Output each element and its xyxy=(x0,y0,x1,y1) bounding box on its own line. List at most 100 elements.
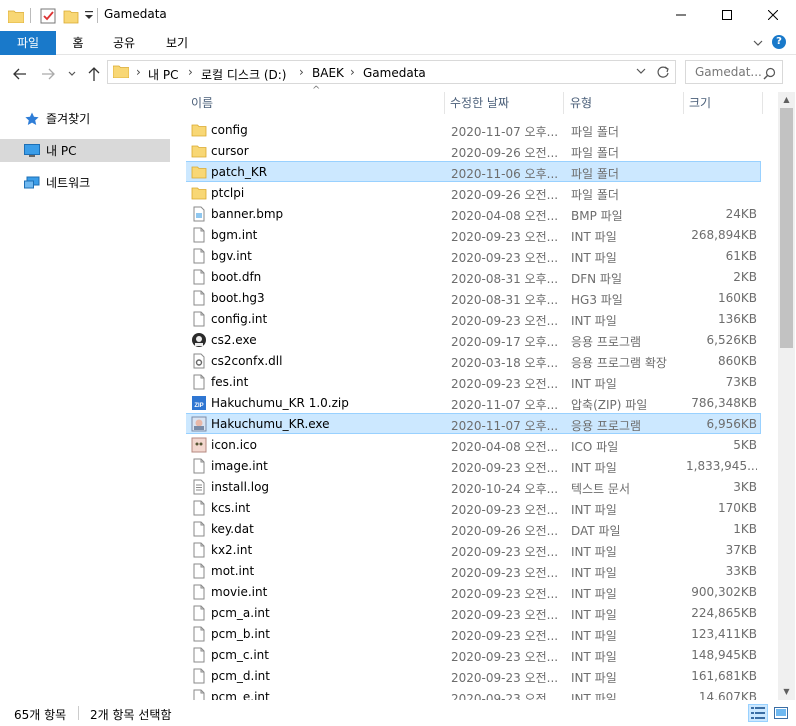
file-row[interactable]: install.log 2020-10-24 오후... 텍스트 문서 3KB xyxy=(186,477,762,498)
details-view-button[interactable] xyxy=(748,704,768,722)
search-input[interactable]: Gamedat... xyxy=(685,60,783,84)
back-button[interactable] xyxy=(10,64,30,84)
file-icon xyxy=(191,332,207,348)
vertical-scrollbar[interactable]: ▲ ▼ xyxy=(778,92,795,700)
file-icon: ZIP xyxy=(191,395,207,411)
folder-icon xyxy=(191,122,207,138)
search-icon[interactable] xyxy=(763,65,776,87)
file-row[interactable]: bgm.int 2020-09-23 오전... INT 파일 268,894KB xyxy=(186,225,762,246)
file-date: 2020-09-23 오전... xyxy=(451,503,558,517)
file-row[interactable]: pcm_b.int 2020-09-23 오전... INT 파일 123,411KB xyxy=(186,624,762,645)
column-header-name[interactable]: 이름 xyxy=(186,92,444,114)
file-list: config 2020-11-07 오후... 파일 폴더 cursor 2020-09… xyxy=(186,120,778,700)
file-type: INT 파일 xyxy=(571,671,617,685)
file-row[interactable]: cs2.exe 2020-09-17 오후... 응용 프로그램 6,526KB xyxy=(186,330,762,351)
file-type: 응용 프로그램 xyxy=(571,419,642,433)
file-row[interactable]: image.int 2020-09-23 오전... INT 파일 1,833,945… xyxy=(186,456,762,477)
file-size: 1,833,945... xyxy=(686,459,757,473)
nav-item-this-pc[interactable]: 내 PC xyxy=(0,139,170,162)
refresh-icon[interactable] xyxy=(656,65,670,82)
breadcrumb-local-disk[interactable]: 로컬 디스크 (D:) xyxy=(201,66,286,83)
scroll-down-arrow-icon[interactable]: ▼ xyxy=(778,684,795,700)
file-type: 파일 폴더 xyxy=(571,167,619,181)
file-name: config.int xyxy=(211,312,268,326)
tab-file[interactable]: 파일 xyxy=(0,31,56,55)
breadcrumb-baek[interactable]: BAEK xyxy=(312,66,344,80)
file-row[interactable]: key.dat 2020-09-26 오전... DAT 파일 1KB xyxy=(186,519,762,540)
forward-button[interactable] xyxy=(38,64,58,84)
column-header-size[interactable]: 크기 xyxy=(684,92,762,114)
file-row[interactable]: boot.hg3 2020-08-31 오후... HG3 파일 160KB xyxy=(186,288,762,309)
file-date: 2020-09-26 오전... xyxy=(451,524,558,538)
file-type: INT 파일 xyxy=(571,503,617,517)
file-row[interactable]: kcs.int 2020-09-23 오전... INT 파일 170KB xyxy=(186,498,762,519)
file-icon xyxy=(191,437,207,453)
file-row[interactable]: fes.int 2020-09-23 오전... INT 파일 73KB xyxy=(186,372,762,393)
column-header-date[interactable]: 수정한 날짜 xyxy=(445,92,563,114)
file-type: 파일 폴더 xyxy=(571,146,619,160)
chevron-right-icon[interactable]: › xyxy=(188,65,193,79)
breadcrumb-this-pc[interactable]: 내 PC xyxy=(148,66,178,83)
file-row[interactable]: bgv.int 2020-09-23 오전... INT 파일 61KB xyxy=(186,246,762,267)
folder-icon xyxy=(112,64,130,81)
expand-ribbon-icon[interactable] xyxy=(752,37,764,52)
file-type: 응용 프로그램 확장 xyxy=(571,356,667,370)
scrollbar-thumb[interactable] xyxy=(780,108,793,348)
scroll-up-arrow-icon[interactable]: ▲ xyxy=(778,92,795,108)
nav-item-quick-access[interactable]: 즐겨찾기 xyxy=(0,107,170,130)
chevron-right-icon[interactable]: › xyxy=(136,65,141,79)
file-row[interactable]: kx2.int 2020-09-23 오전... INT 파일 37KB xyxy=(186,540,762,561)
tab-home[interactable]: 홈 xyxy=(60,31,96,55)
file-row[interactable]: ptclpi 2020-09-26 오전... 파일 폴더 xyxy=(186,183,762,204)
minimize-button[interactable] xyxy=(658,0,704,30)
file-name: fes.int xyxy=(211,375,249,389)
up-button[interactable] xyxy=(84,64,104,84)
maximize-button[interactable] xyxy=(704,0,750,30)
file-row[interactable]: pcm_a.int 2020-09-23 오전... INT 파일 224,865KB xyxy=(186,603,762,624)
tab-share[interactable]: 공유 xyxy=(104,31,144,55)
file-row[interactable]: pcm_e.int 2020-09-23 오전... INT 파일 14,607KB xyxy=(186,687,762,700)
file-type: 파일 폴더 xyxy=(571,188,619,202)
tab-view[interactable]: 보기 xyxy=(156,31,198,55)
file-date: 2020-11-07 오후... xyxy=(451,419,558,433)
file-row[interactable]: icon.ico 2020-04-08 오전... ICO 파일 5KB xyxy=(186,435,762,456)
close-button[interactable] xyxy=(750,0,796,30)
customize-quick-access-icon[interactable] xyxy=(85,6,93,26)
file-row[interactable]: patch_KR 2020-11-06 오후... 파일 폴더 xyxy=(186,161,761,182)
file-row[interactable]: Hakuchumu_KR.exe 2020-11-07 오후... 응용 프로그램 6… xyxy=(186,413,761,434)
chevron-right-icon[interactable]: › xyxy=(299,65,304,79)
file-icon xyxy=(191,290,207,306)
large-icons-view-button[interactable] xyxy=(771,704,791,722)
file-date: 2020-11-07 오후... xyxy=(451,125,558,139)
file-icon xyxy=(191,584,207,600)
column-header-type[interactable]: 유형 xyxy=(565,92,683,114)
file-type: INT 파일 xyxy=(571,461,617,475)
file-row[interactable]: config.int 2020-09-23 오전... INT 파일 136KB xyxy=(186,309,762,330)
file-icon xyxy=(191,647,207,663)
breadcrumb-gamedata[interactable]: Gamedata xyxy=(363,66,426,80)
column-divider[interactable] xyxy=(762,92,763,114)
new-folder-icon[interactable] xyxy=(63,6,79,26)
column-header-row: ^ 이름 수정한 날짜 유형 크기 xyxy=(186,85,778,114)
file-row[interactable]: boot.dfn 2020-08-31 오후... DFN 파일 2KB xyxy=(186,267,762,288)
properties-icon[interactable] xyxy=(40,6,56,26)
file-row[interactable]: mot.int 2020-09-23 오전... INT 파일 33KB xyxy=(186,561,762,582)
address-dropdown-icon[interactable] xyxy=(636,65,646,80)
nav-item-network[interactable]: 네트워크 xyxy=(0,171,170,194)
file-name: kx2.int xyxy=(211,543,253,557)
file-row[interactable]: config 2020-11-07 오후... 파일 폴더 xyxy=(186,120,762,141)
recent-locations-button[interactable] xyxy=(62,64,82,84)
column-divider[interactable] xyxy=(563,92,564,114)
file-icon xyxy=(191,416,207,432)
file-row[interactable]: movie.int 2020-09-23 오전... INT 파일 900,302KB xyxy=(186,582,762,603)
file-name: install.log xyxy=(211,480,270,494)
help-icon[interactable]: ? xyxy=(772,35,786,49)
chevron-right-icon[interactable]: › xyxy=(350,65,355,79)
file-row[interactable]: banner.bmp 2020-04-08 오전... BMP 파일 24KB xyxy=(186,204,762,225)
file-row[interactable]: ZIP Hakuchumu_KR 1.0.zip 2020-11-07 오후... 압… xyxy=(186,393,762,414)
file-row[interactable]: cursor 2020-09-26 오전... 파일 폴더 xyxy=(186,141,762,162)
address-bar[interactable]: › 내 PC › 로컬 디스크 (D:) › BAEK › Gamedata xyxy=(107,60,676,84)
file-row[interactable]: pcm_c.int 2020-09-23 오전... INT 파일 148,945KB xyxy=(186,645,762,666)
file-row[interactable]: cs2confx.dll 2020-03-18 오후... 응용 프로그램 확장 86… xyxy=(186,351,762,372)
file-row[interactable]: pcm_d.int 2020-09-23 오전... INT 파일 161,681KB xyxy=(186,666,762,687)
